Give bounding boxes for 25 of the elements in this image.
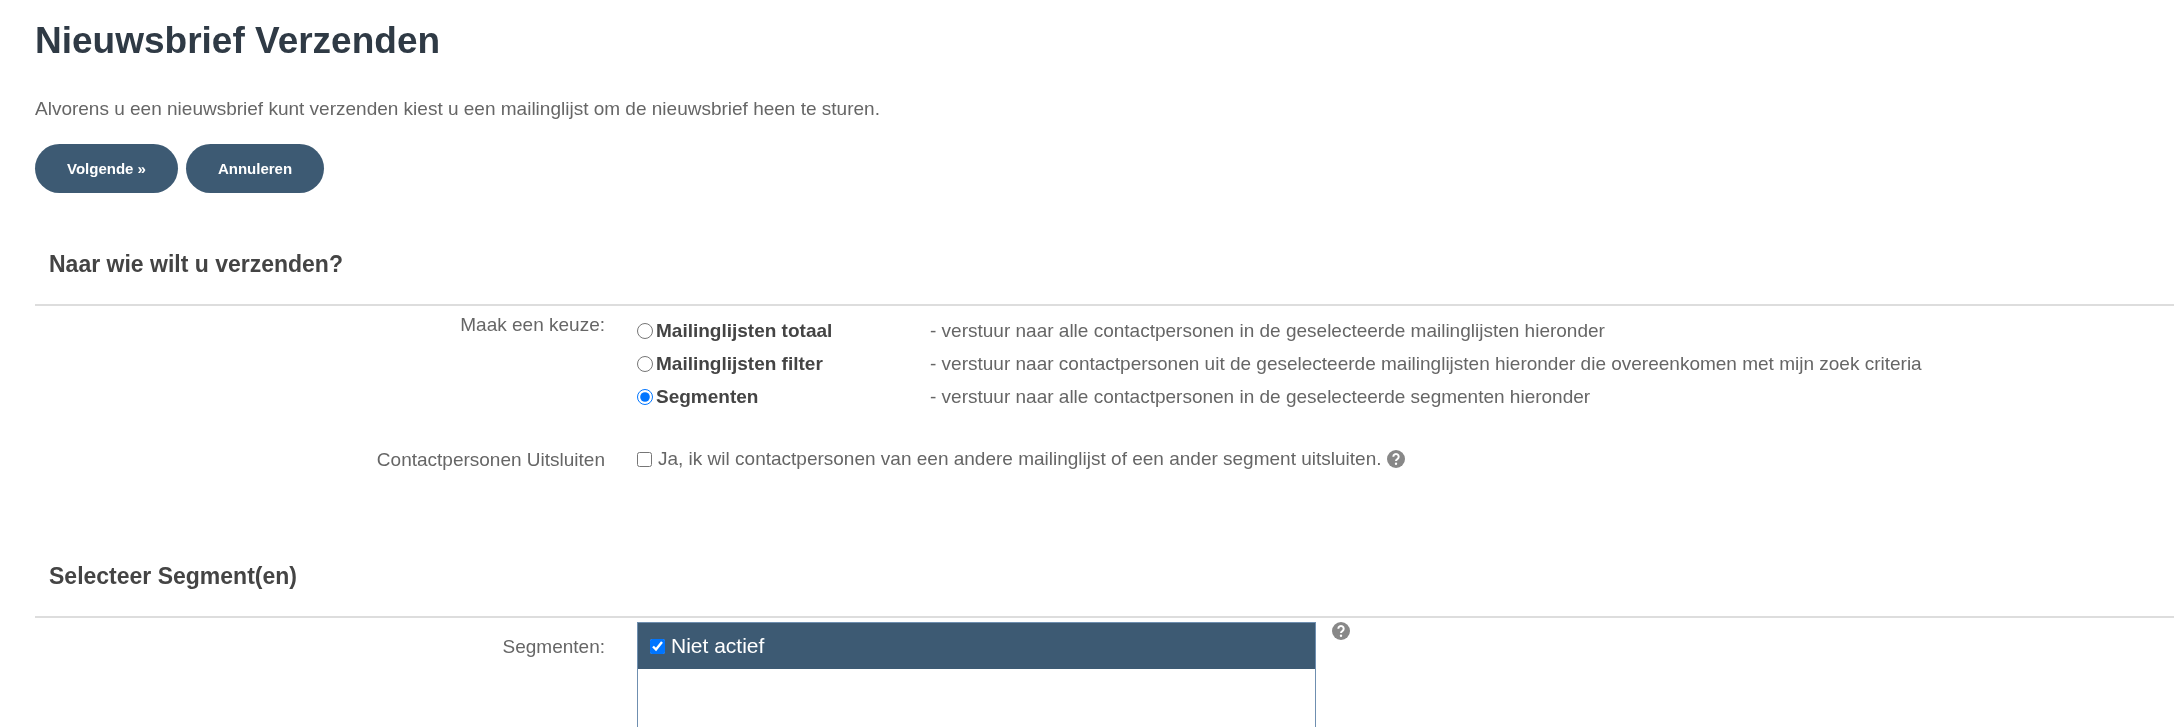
section-heading: Selecteer Segment(en)	[35, 563, 2174, 618]
option-description: - verstuur naar alle contactpersonen in de geselecteerde segmenten hieronder	[930, 385, 1592, 408]
radio-button[interactable]	[637, 388, 653, 405]
checkbox[interactable]	[637, 451, 652, 467]
option-label: Mailinglijsten totaal	[656, 319, 833, 342]
field-label: Segmenten:	[501, 635, 605, 659]
option-label: Mailinglijsten filter	[656, 352, 823, 375]
radio-button[interactable]	[637, 322, 653, 339]
segment-label: Niet actief	[671, 634, 765, 658]
checkbox[interactable]	[650, 638, 665, 654]
help-icon[interactable]	[1387, 450, 1406, 468]
page-title: Nieuwsbrief Verzenden	[35, 20, 442, 62]
option-description: - verstuur naar contactpersonen uit de geselecteerde mailinglijsten hieronder die overeenkomen met mijn zoek criteria	[930, 352, 1923, 375]
intro-text: Alvorens u een nieuwsbrief kunt verzenden kiest u een mailinglijst om de nieuwsbrief heen te sturen.	[35, 98, 881, 120]
cancel-button[interactable]: Annuleren	[185, 144, 325, 193]
help-icon[interactable]	[1332, 622, 1350, 640]
radio-button[interactable]	[637, 355, 653, 372]
field-label: Contactpersonen Uitsluiten	[375, 448, 605, 471]
option-label: Segmenten	[656, 385, 759, 408]
section-heading: Naar wie wilt u verzenden?	[35, 251, 2174, 306]
option-description: - verstuur naar alle contactpersonen in de geselecteerde mailinglijsten hieronder	[930, 319, 1606, 342]
next-button[interactable]: Volgende »	[35, 144, 178, 193]
field-label: Maak een keuze:	[459, 313, 605, 337]
checkbox-label: Ja, ik wil contactpersonen van een andere mailinglijst of een ander segment uitsluiten.	[658, 448, 1382, 470]
segment-item[interactable]: Niet actief	[638, 623, 1315, 669]
